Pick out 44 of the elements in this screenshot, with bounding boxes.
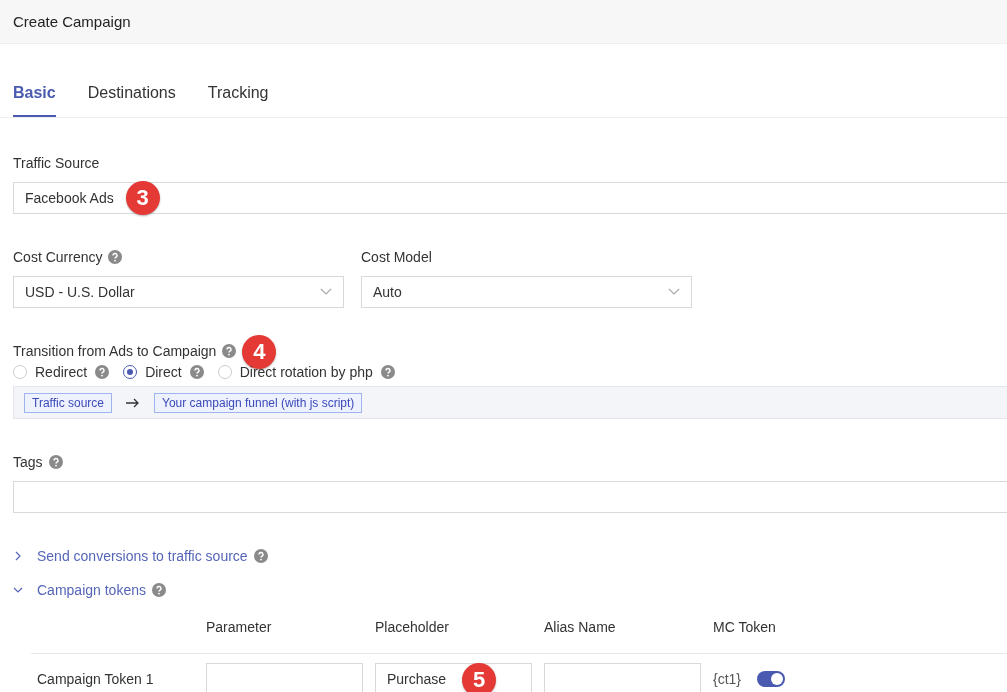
help-icon[interactable] bbox=[48, 455, 63, 469]
help-icon[interactable] bbox=[151, 583, 166, 597]
help-icon[interactable] bbox=[253, 549, 268, 563]
tab[interactable]: Basic bbox=[13, 82, 56, 117]
flow-step: Your campaign funnel (with js script) bbox=[154, 392, 363, 413]
arrow-right-icon bbox=[126, 397, 141, 408]
column-header: Alias Name bbox=[544, 618, 617, 635]
field-label: Transition from Ads to Campaign bbox=[13, 343, 217, 359]
help-icon[interactable] bbox=[189, 365, 204, 379]
dropdown[interactable]: USD - U.S. Dollar bbox=[13, 276, 344, 308]
annotation-marker: 3 bbox=[125, 181, 160, 215]
tab[interactable]: Tracking bbox=[207, 82, 269, 117]
field-label: Cost Model bbox=[361, 249, 432, 265]
annotation-marker: 5 bbox=[462, 662, 496, 692]
window-title: Create Campaign bbox=[13, 13, 131, 30]
radio-label[interactable]: Direct bbox=[145, 364, 182, 380]
field-label: Tags bbox=[13, 454, 43, 470]
chevron-down-icon bbox=[668, 288, 680, 296]
input-field[interactable]: Facebook Ads 3 bbox=[13, 182, 1007, 214]
input-field[interactable] bbox=[206, 662, 363, 692]
input-field[interactable]: Purchase 5 bbox=[375, 662, 532, 692]
input-field[interactable] bbox=[544, 662, 701, 692]
chevron-down-icon bbox=[320, 288, 332, 296]
token-name: Campaign Token 1 bbox=[36, 670, 155, 687]
help-icon[interactable] bbox=[222, 344, 237, 358]
tab[interactable]: Destinations bbox=[87, 82, 176, 117]
column-header: Placeholder bbox=[375, 618, 450, 635]
radio-label[interactable]: Redirect bbox=[35, 364, 88, 380]
column-header: Parameter bbox=[206, 618, 273, 635]
chevron-right-icon[interactable] bbox=[13, 551, 23, 561]
field-label: Traffic Source bbox=[13, 155, 100, 171]
flow-step: Traffic source bbox=[24, 392, 113, 413]
column-header: MC Token bbox=[713, 618, 777, 635]
toggle-switch[interactable] bbox=[757, 670, 786, 687]
dropdown[interactable]: Auto bbox=[361, 276, 692, 308]
help-icon[interactable] bbox=[108, 250, 123, 264]
field-label: Cost Currency bbox=[13, 249, 103, 265]
section-toggle[interactable]: Campaign tokens bbox=[37, 582, 146, 598]
section-toggle[interactable]: Send conversions to traffic source bbox=[37, 548, 248, 564]
token-code: {ct1} bbox=[713, 670, 742, 687]
chevron-down-icon[interactable] bbox=[13, 585, 23, 595]
help-icon[interactable] bbox=[95, 365, 110, 379]
tags-field[interactable] bbox=[13, 481, 1007, 513]
help-icon[interactable] bbox=[380, 365, 395, 379]
